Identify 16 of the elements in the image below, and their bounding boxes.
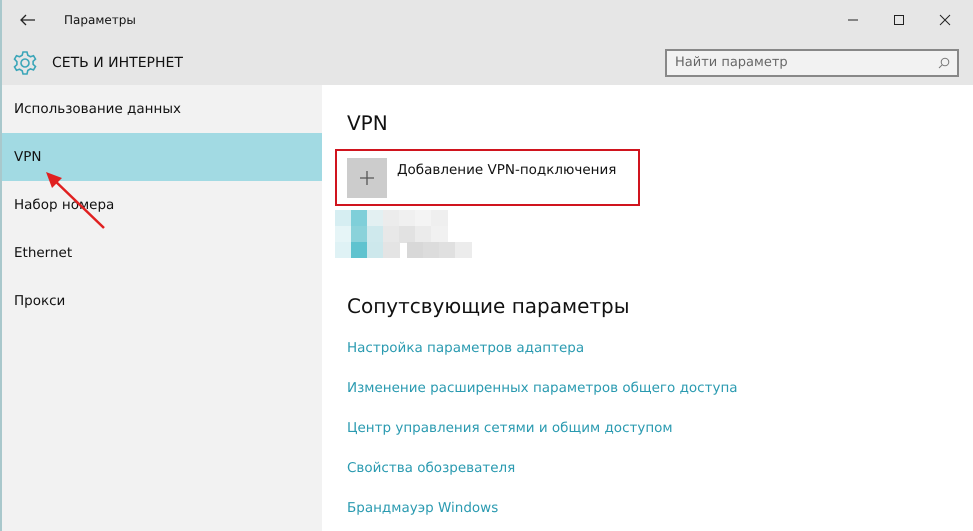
gear-icon	[12, 50, 38, 76]
window-title: Параметры	[64, 13, 136, 27]
search-icon	[938, 56, 950, 68]
close-icon[interactable]	[939, 14, 951, 26]
maximize-icon[interactable]	[893, 14, 905, 26]
related-settings-title: Сопутсвующие параметры	[347, 294, 630, 318]
search-field[interactable]: Найти параметр	[665, 48, 959, 76]
back-arrow-icon[interactable]	[20, 14, 36, 26]
page-title: VPN	[347, 111, 388, 135]
section-title: СЕТЬ И ИНТЕРНЕТ	[52, 54, 183, 70]
sidebar-item[interactable]: Прокси	[2, 277, 322, 325]
sidebar-item[interactable]: Использование данных	[2, 85, 322, 133]
sidebar-item[interactable]: VPN	[2, 133, 322, 181]
sidebar-item[interactable]: Ethernet	[2, 229, 322, 277]
plus-icon	[347, 158, 387, 198]
add-vpn-button[interactable]: Добавление VPN-подключения	[347, 158, 616, 198]
